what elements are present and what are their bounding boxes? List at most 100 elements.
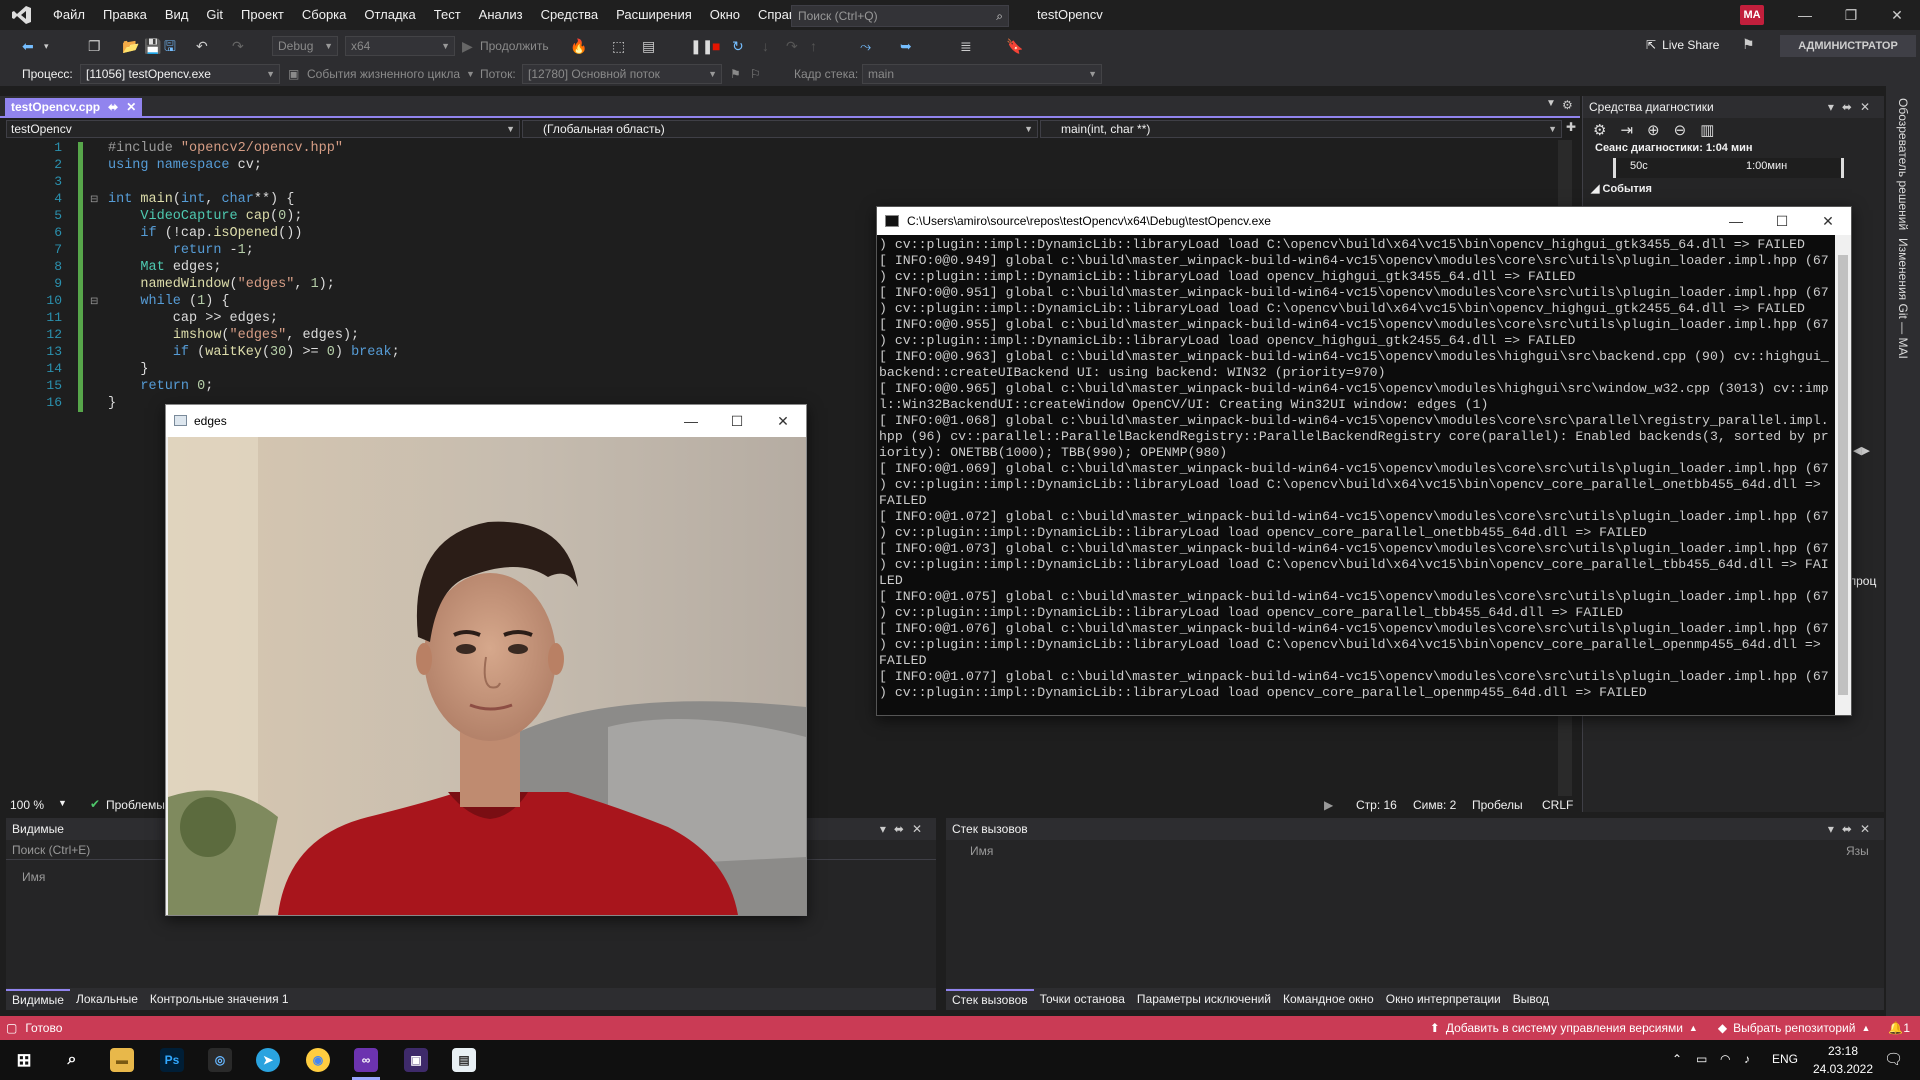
save-all-icon[interactable]: 🖫: [164, 37, 176, 55]
problems-label[interactable]: Проблемы: [106, 798, 165, 812]
menu-item[interactable]: Средства: [532, 0, 608, 30]
minimize-button[interactable]: —: [1782, 0, 1828, 30]
menu-item[interactable]: Правка: [94, 0, 156, 30]
panel-controls[interactable]: ▾⬌✕: [880, 818, 930, 840]
call-stack-name-column[interactable]: Имя: [970, 844, 993, 858]
search-icon[interactable]: ⌕: [60, 1048, 84, 1072]
lifecycle-events-dropdown[interactable]: События жизненного цикла: [307, 64, 460, 84]
bottom-tab[interactable]: Параметры исключений: [1131, 988, 1277, 1010]
windows-start-icon[interactable]: ⊞: [12, 1048, 36, 1072]
save-icon[interactable]: 💾: [144, 37, 161, 55]
undo-icon[interactable]: ↶: [196, 37, 208, 55]
menu-item[interactable]: Тест: [425, 0, 470, 30]
step-into-icon[interactable]: ↓: [762, 37, 769, 55]
continue-button[interactable]: Продолжить: [480, 37, 549, 55]
new-project-icon[interactable]: ❐: [88, 37, 101, 55]
bottom-tab[interactable]: Точки останова: [1034, 988, 1131, 1010]
platform-select[interactable]: x64 ▼: [345, 36, 455, 56]
scroll-arrows-icon[interactable]: ◀▶: [1853, 444, 1870, 457]
project-nav-select[interactable]: testOpencv ▼: [6, 120, 520, 138]
console-maximize-button[interactable]: ☐: [1759, 207, 1805, 235]
add-to-source-control[interactable]: Добавить в систему управления версиями: [1446, 1021, 1683, 1035]
zoom-out-icon[interactable]: ⊖: [1674, 121, 1687, 139]
console-window[interactable]: C:\Users\amiro\source\repos\testOpencv\x…: [876, 206, 1852, 716]
chrome-icon[interactable]: ◉: [306, 1048, 330, 1072]
edges-close-button[interactable]: ✕: [760, 405, 806, 437]
stack-frame-select[interactable]: main ▼: [862, 64, 1102, 84]
configuration-select[interactable]: Debug ▼: [272, 36, 338, 56]
edges-title-bar[interactable]: edges — ☐ ✕: [166, 405, 806, 437]
process-select[interactable]: [11056] testOpencv.exe ▼: [80, 64, 280, 84]
bottom-tab[interactable]: Видимые: [6, 989, 70, 1009]
process-browse-icon[interactable]: ⬚: [612, 37, 625, 55]
bottom-tab[interactable]: Окно интерпретации: [1380, 988, 1507, 1010]
language-indicator[interactable]: ENG: [1772, 1052, 1798, 1066]
whitespace-indicator[interactable]: Пробелы: [1472, 798, 1523, 812]
menu-item[interactable]: Отладка: [355, 0, 424, 30]
pause-icon[interactable]: ❚❚: [690, 37, 713, 55]
thread-select[interactable]: [12780] Основной поток ▼: [522, 64, 722, 84]
scope-nav-select[interactable]: (Глобальная область) ▼: [522, 120, 1038, 138]
chevron-down-icon[interactable]: ▼: [58, 798, 67, 808]
edges-minimize-button[interactable]: —: [668, 405, 714, 437]
visual-studio-icon[interactable]: ∞: [354, 1048, 378, 1072]
clock-time[interactable]: 23:18: [1818, 1044, 1868, 1058]
reset-view-icon[interactable]: ▥: [1700, 121, 1714, 139]
edges-window[interactable]: edges — ☐ ✕: [165, 404, 807, 916]
davinci-icon[interactable]: ◎: [208, 1048, 232, 1072]
console-title-bar[interactable]: C:\Users\amiro\source\repos\testOpencv\x…: [877, 207, 1851, 235]
bottom-tab[interactable]: Локальные: [70, 988, 144, 1010]
photoshop-icon[interactable]: Ps: [160, 1048, 184, 1072]
tab-list-dropdown-icon[interactable]: ▼: [1546, 98, 1556, 109]
member-nav-select[interactable]: main(int, char **) ▼: [1040, 120, 1562, 138]
bottom-tab[interactable]: Контрольные значения 1: [144, 988, 295, 1010]
zoom-select[interactable]: 100 %: [10, 798, 44, 812]
settings-gear-icon[interactable]: ⚙: [1593, 121, 1606, 139]
telegram-icon[interactable]: ➤: [256, 1048, 280, 1072]
chevron-up-icon[interactable]: ⌃: [1672, 1052, 1682, 1066]
solution-explorer-tab[interactable]: Обозреватель решений: [1896, 98, 1910, 230]
hot-reload-icon[interactable]: 🔥: [570, 37, 587, 55]
export-icon[interactable]: ⇥: [1620, 121, 1633, 139]
continue-play-icon[interactable]: ▶: [462, 37, 473, 55]
restart-icon[interactable]: ↻: [732, 37, 744, 55]
menu-item[interactable]: Вид: [156, 0, 198, 30]
menu-item[interactable]: Файл: [44, 0, 94, 30]
bottom-tab[interactable]: Командное окно: [1277, 988, 1380, 1010]
bottom-tab[interactable]: Стек вызовов: [946, 989, 1034, 1009]
notifications-icon[interactable]: 🔔1: [1888, 1021, 1910, 1035]
show-threads-icon[interactable]: ⤳: [860, 37, 871, 55]
feedback-icon[interactable]: ⚑: [1742, 36, 1755, 53]
menu-item[interactable]: Сборка: [293, 0, 356, 30]
events-section[interactable]: ◢ События: [1583, 182, 1884, 195]
back-dropdown-icon[interactable]: ▾: [44, 37, 49, 55]
autos-name-column[interactable]: Имя: [22, 870, 45, 884]
open-file-icon[interactable]: 📂: [122, 37, 139, 55]
call-stack-lang-column[interactable]: Язы: [1846, 844, 1869, 858]
timeline-ruler[interactable]: 50с 1:00мин: [1613, 158, 1844, 178]
flag-thread-icon[interactable]: ⚑: [730, 64, 741, 84]
editor-settings-icon[interactable]: ⚙: [1562, 98, 1573, 112]
git-changes-tab[interactable]: Изменения Git — MAI: [1896, 238, 1910, 359]
user-avatar[interactable]: MA: [1740, 5, 1764, 25]
close-button[interactable]: ✕: [1874, 0, 1920, 30]
console-minimize-button[interactable]: —: [1713, 207, 1759, 235]
chevron-up-icon[interactable]: ▲: [1689, 1023, 1698, 1033]
bottom-tab[interactable]: Вывод: [1507, 988, 1555, 1010]
wifi-icon[interactable]: ◠: [1720, 1052, 1730, 1066]
console-window-icon[interactable]: ▣: [404, 1048, 428, 1072]
scroll-right-icon[interactable]: ▶: [1324, 798, 1333, 812]
live-share-button[interactable]: ⇱ Live Share: [1646, 38, 1719, 52]
menu-item[interactable]: Проект: [232, 0, 293, 30]
panel-controls[interactable]: ▾⬌✕: [1828, 818, 1878, 840]
edges-maximize-button[interactable]: ☐: [714, 405, 760, 437]
layout-icon[interactable]: ▤: [642, 37, 655, 55]
menu-item[interactable]: Git: [197, 0, 232, 30]
action-center-icon[interactable]: 🗨: [1884, 1050, 1903, 1068]
menu-item[interactable]: Анализ: [470, 0, 532, 30]
volume-icon[interactable]: ♪: [1744, 1052, 1750, 1066]
close-tab-icon[interactable]: ✕: [126, 98, 136, 116]
panel-controls[interactable]: ▾⬌✕: [1828, 96, 1878, 118]
chevron-up-icon[interactable]: ▲: [1861, 1023, 1870, 1033]
step-out-icon[interactable]: ↑: [810, 37, 817, 55]
